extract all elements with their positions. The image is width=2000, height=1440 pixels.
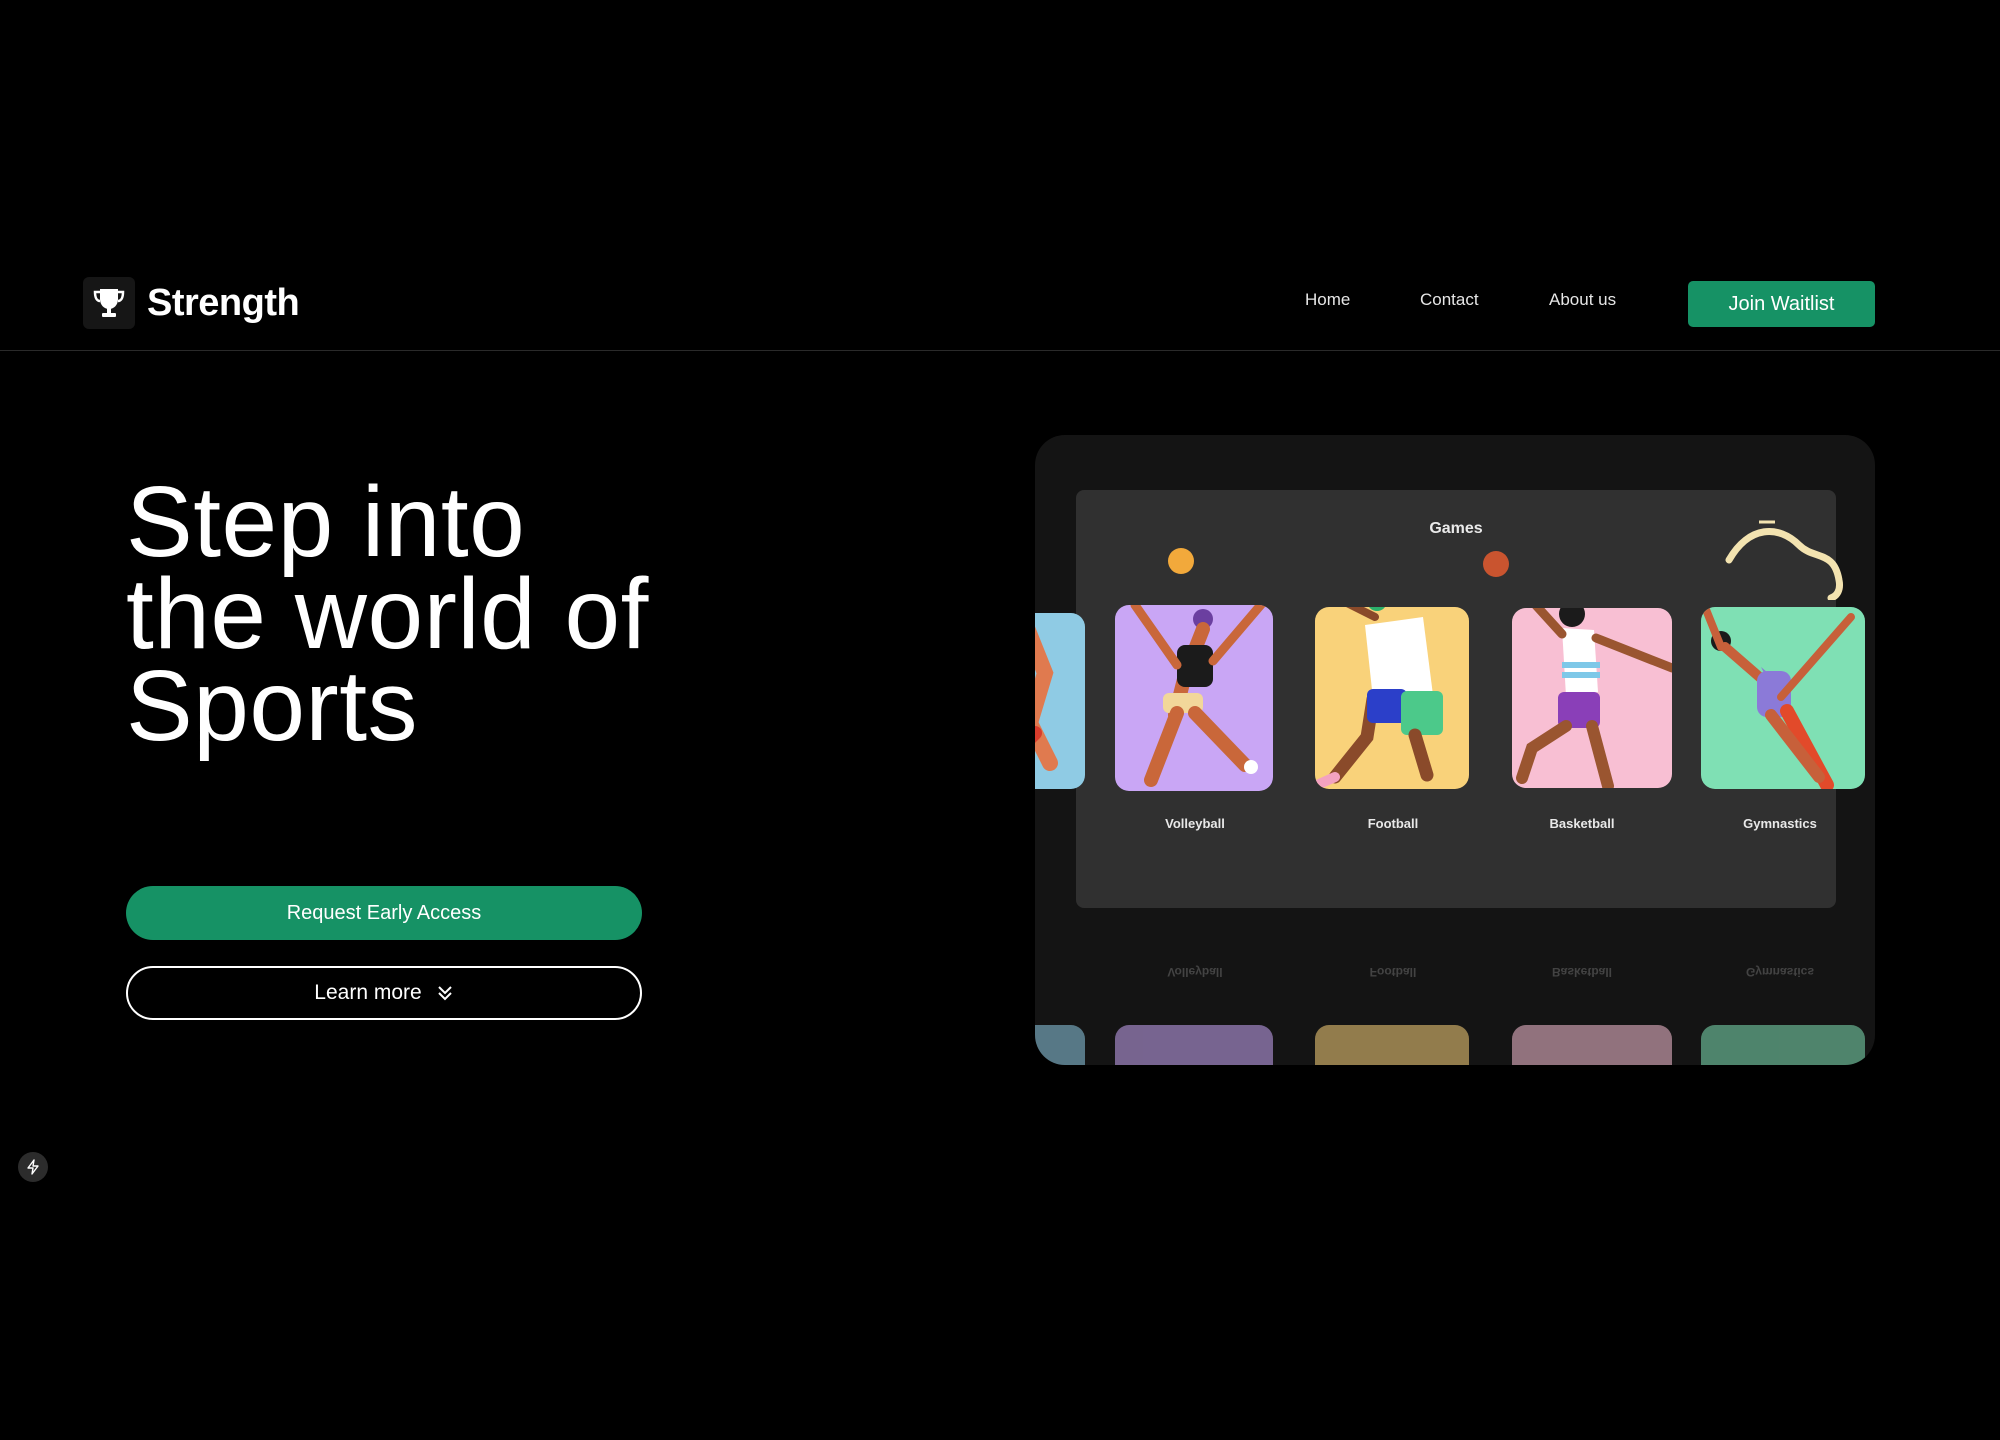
hero-title: Step into the world of Sports	[126, 466, 649, 762]
reflection-tile	[1701, 1025, 1865, 1065]
reflection-label: Football	[1369, 965, 1417, 979]
football-player-illustration	[1315, 607, 1443, 789]
reflection-tile	[1512, 1025, 1672, 1065]
game-label-basketball: Basketball	[1549, 816, 1615, 831]
nav-link-contact[interactable]: Contact	[1420, 290, 1479, 310]
reflection-label: Basketball	[1551, 965, 1613, 979]
partial-game-tile[interactable]	[1035, 613, 1085, 789]
volleyball-player-illustration	[1130, 605, 1267, 787]
brand-logo[interactable]: Strength	[83, 277, 300, 329]
reflection-label: Gymnastics	[1745, 965, 1815, 979]
reflection-tile	[1035, 1025, 1085, 1065]
learn-more-label: Learn more	[314, 981, 422, 1004]
games-preview-card: Games Volleyball Football Basketball Gym…	[1035, 435, 1875, 1065]
volleyball-ball	[1168, 548, 1194, 574]
trophy-icon	[83, 277, 135, 329]
double-chevron-down-icon	[437, 986, 452, 1001]
brand-name: Strength	[147, 281, 300, 324]
lightning-bolt-icon[interactable]	[18, 1152, 48, 1182]
football-tile[interactable]	[1315, 607, 1469, 789]
gymnast-illustration	[1701, 607, 1855, 789]
request-early-access-button[interactable]: Request Early Access	[126, 886, 642, 940]
gymnastics-ribbon	[1725, 520, 1843, 600]
reflection-tile	[1315, 1025, 1469, 1065]
basketball-player-illustration	[1516, 608, 1672, 788]
preview-reflection: Volleyball Football Basketball Gymnastic…	[1035, 913, 1875, 1065]
nav-link-home[interactable]: Home	[1305, 290, 1350, 310]
hero-title-line: Step into	[126, 466, 526, 578]
game-label-football: Football	[1367, 816, 1419, 831]
gymnastics-tile[interactable]	[1701, 607, 1865, 789]
basketball-ball	[1483, 551, 1509, 577]
basketball-tile[interactable]	[1512, 608, 1672, 788]
navbar: Strength Home Contact About us Join Wait…	[0, 256, 2000, 351]
hero-title-line: Sports	[126, 650, 419, 762]
reflection-label: Volleyball	[1167, 965, 1223, 979]
learn-more-button[interactable]: Learn more	[126, 966, 642, 1020]
volleyball-tile[interactable]	[1115, 605, 1273, 791]
reflection-tile	[1115, 1025, 1273, 1065]
nav-link-about-us[interactable]: About us	[1549, 290, 1616, 310]
game-label-gymnastics: Gymnastics	[1743, 816, 1817, 831]
game-label-volleyball: Volleyball	[1165, 816, 1225, 831]
join-waitlist-button[interactable]: Join Waitlist	[1688, 281, 1875, 327]
hero-title-line: the world of	[126, 558, 649, 670]
